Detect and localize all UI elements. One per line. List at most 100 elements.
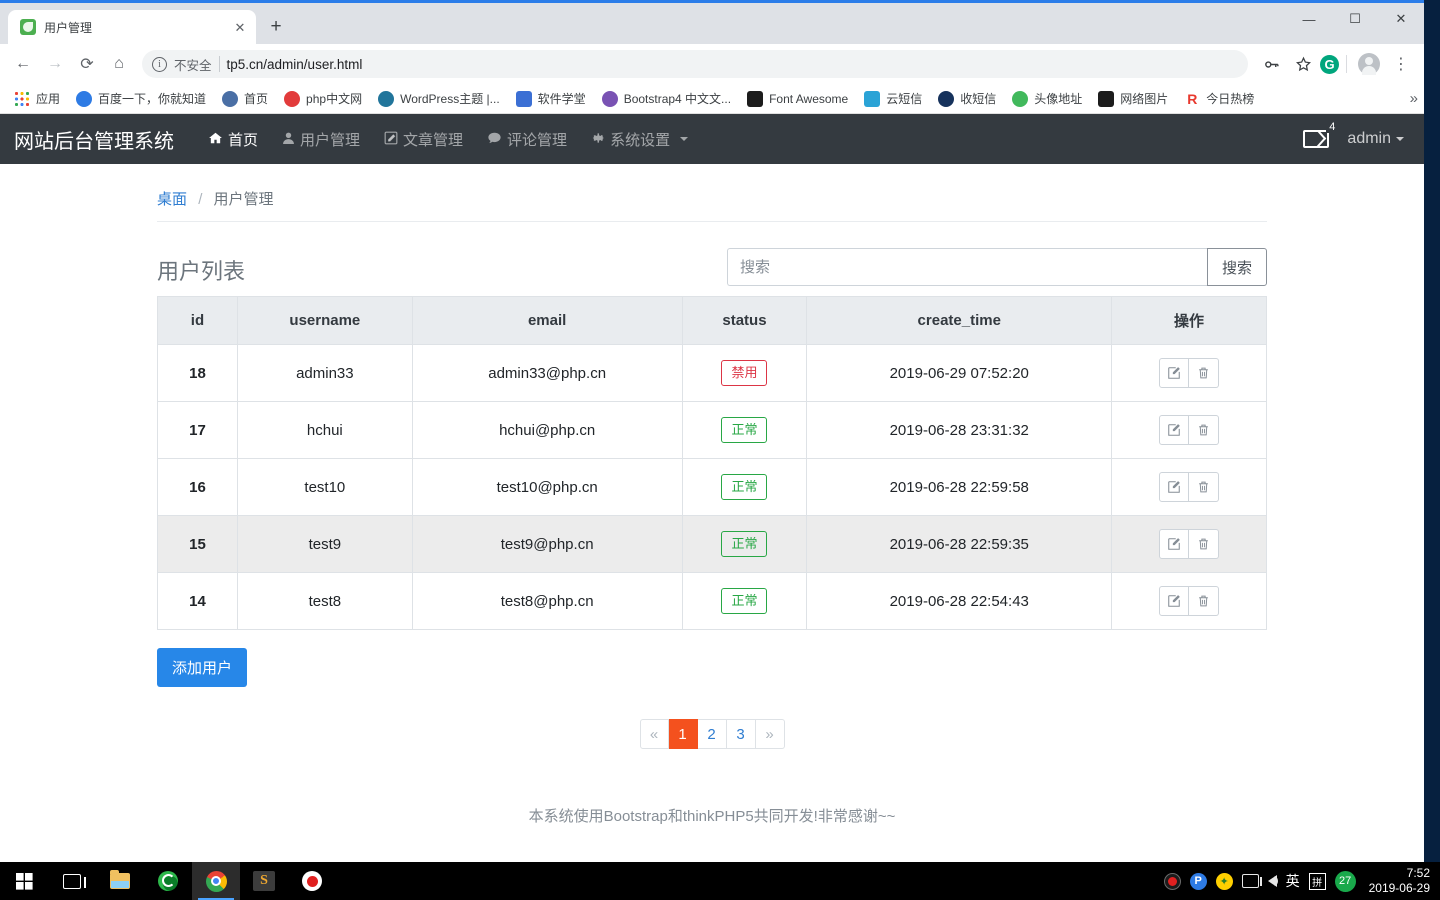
trash-icon[interactable] [1189,586,1220,616]
trash-icon[interactable] [1189,529,1220,559]
bookmark-avatar-url[interactable]: 头像地址 [1004,87,1090,110]
nav-item-user-management[interactable]: 用户管理 [270,129,372,150]
bookmark-label: 今日热榜 [1206,92,1255,106]
edit-icon[interactable] [1159,586,1190,616]
edit-icon[interactable] [1159,415,1190,445]
app-brand[interactable]: 网站后台管理系统 [14,125,174,154]
edit-icon[interactable] [1159,358,1190,388]
breadcrumb-home[interactable]: 桌面 [157,191,187,208]
bookmark-network-image[interactable]: 网络图片 [1090,87,1176,110]
pagination-prev[interactable]: « [639,719,669,749]
reload-icon[interactable]: ⟳ [72,49,102,79]
window-controls: — ☐ ✕ [1286,3,1424,44]
back-icon[interactable]: ← [8,49,38,79]
green-browser-button[interactable] [144,862,192,900]
bookmark-apps[interactable]: 应用 [6,87,68,110]
messages-button[interactable]: 4 [1303,121,1339,148]
baidu-icon [76,90,93,107]
close-window-button[interactable]: ✕ [1378,3,1424,35]
bookmark-software-school[interactable]: 软件学堂 [508,87,594,110]
nav-item-system-settings[interactable]: 系统设置 [579,129,700,150]
file-explorer-button[interactable] [96,862,144,900]
bookmark-bootstrap[interactable]: Bootstrap4 中文文... [594,87,739,110]
table-row[interactable]: 15 test9 test9@php.cn 正常 2019-06-28 22:59:35 [157,515,1267,573]
home-icon [208,131,223,148]
search-input[interactable] [727,248,1207,286]
bookmark-php[interactable]: php中文网 [276,87,370,110]
cell-operations [1111,401,1267,459]
leaf-icon [20,19,36,35]
sublime-taskbar-button[interactable]: S [240,862,288,900]
cell-email: test8@php.cn [411,572,683,630]
tray-record-icon[interactable] [1163,872,1181,890]
ime-english-icon[interactable]: 英 [1286,871,1300,891]
chrome-menu-icon[interactable]: ⋮ [1386,49,1416,79]
bookmark-home-site[interactable]: 首页 [214,87,276,110]
bookmark-cloud-sms[interactable]: 云短信 [856,87,930,110]
edit-icon[interactable] [1159,472,1190,502]
tray-volume-icon[interactable] [1267,875,1278,887]
tray-shield-icon[interactable]: ✦ [1215,872,1233,890]
chrome-taskbar-button[interactable] [192,862,240,900]
bookmark-label: Font Awesome [769,91,849,106]
table-row[interactable]: 17 hchui hchui@php.cn 正常 2019-06-28 23:31:32 [157,401,1267,459]
search-button[interactable]: 搜索 [1206,248,1267,286]
clock-date: 2019-06-29 [1368,881,1430,895]
pagination-page-3[interactable]: 3 [726,719,756,749]
recorder-taskbar-button[interactable] [288,862,336,900]
profile-avatar[interactable] [1354,49,1384,79]
nav-item-home[interactable]: 首页 [196,129,270,150]
bookmarks-overflow-icon[interactable]: » [1410,90,1418,107]
pagination-page-1[interactable]: 1 [668,719,698,749]
tray-counter-badge[interactable]: 27 [1334,870,1356,892]
table-row[interactable]: 14 test8 test8@php.cn 正常 2019-06-28 22:54:43 [157,572,1267,630]
key-icon[interactable] [1256,49,1286,79]
rebang-icon: R [1184,90,1201,107]
ime-pinyin-icon[interactable]: 拼 [1308,872,1326,890]
bookmark-font-awesome[interactable]: Font Awesome [739,88,856,110]
tray-network-icon[interactable] [1241,874,1262,888]
close-icon[interactable]: ✕ [232,19,248,35]
browser-tab-active[interactable]: 用户管理 ✕ [8,10,256,44]
star-icon[interactable] [1288,49,1318,79]
cell-username: test9 [236,515,413,573]
bookmark-receive-sms[interactable]: 收短信 [930,87,1004,110]
windows-taskbar: S P ✦ 英 拼 27 7:52 2019-06-29 [0,862,1440,900]
start-button[interactable] [0,862,48,900]
user-menu[interactable]: admin [1347,130,1404,148]
trash-icon[interactable] [1189,358,1220,388]
pagination-next[interactable]: » [755,719,785,749]
table-row[interactable]: 18 admin33 admin33@php.cn 禁用 2019-06-29 07:5… [157,344,1267,402]
trash-icon[interactable] [1189,415,1220,445]
maximize-button[interactable]: ☐ [1332,3,1378,35]
status-badge: 正常 [721,530,768,558]
cell-email: hchui@php.cn [411,401,683,459]
omnibox-divider [218,56,220,72]
taskbar-clock[interactable]: 7:52 2019-06-29 [1365,866,1430,896]
task-view-button[interactable] [48,862,96,900]
nav-item-comment-management[interactable]: 评论管理 [475,129,579,150]
url-text: tp5.cn/admin/user.html [226,56,363,72]
bookmark-baidu[interactable]: 百度一下，你就知道 [68,87,214,110]
bookmark-label: 首页 [244,92,269,106]
bookmark-wordpress[interactable]: WordPress主题 |... [370,87,508,110]
breadcrumb: 桌面 / 用户管理 [157,188,1267,222]
nav-item-label: 系统设置 [610,131,671,149]
forward-icon[interactable]: → [40,49,70,79]
add-user-button[interactable]: 添加用户 [157,648,248,687]
apps-grid-icon [14,90,30,107]
trash-icon[interactable] [1189,472,1220,502]
pagination-page-2[interactable]: 2 [697,719,727,749]
bookmark-rebang[interactable]: R 今日热榜 [1176,87,1262,110]
user-table: id username email status create_time 操作 … [157,296,1267,630]
minimize-button[interactable]: — [1286,3,1332,35]
tray-p-icon[interactable]: P [1189,872,1207,890]
nav-item-article-management[interactable]: 文章管理 [372,129,475,150]
edit-icon[interactable] [1159,529,1190,559]
info-icon[interactable]: i [152,56,167,72]
address-bar[interactable]: i 不安全 tp5.cn/admin/user.html [142,50,1248,78]
grammarly-extension-icon[interactable]: G [1320,54,1339,74]
new-tab-button[interactable]: + [262,13,290,41]
home-icon[interactable]: ⌂ [104,49,134,79]
table-row[interactable]: 16 test10 test10@php.cn 正常 2019-06-28 22:59:… [157,458,1267,516]
